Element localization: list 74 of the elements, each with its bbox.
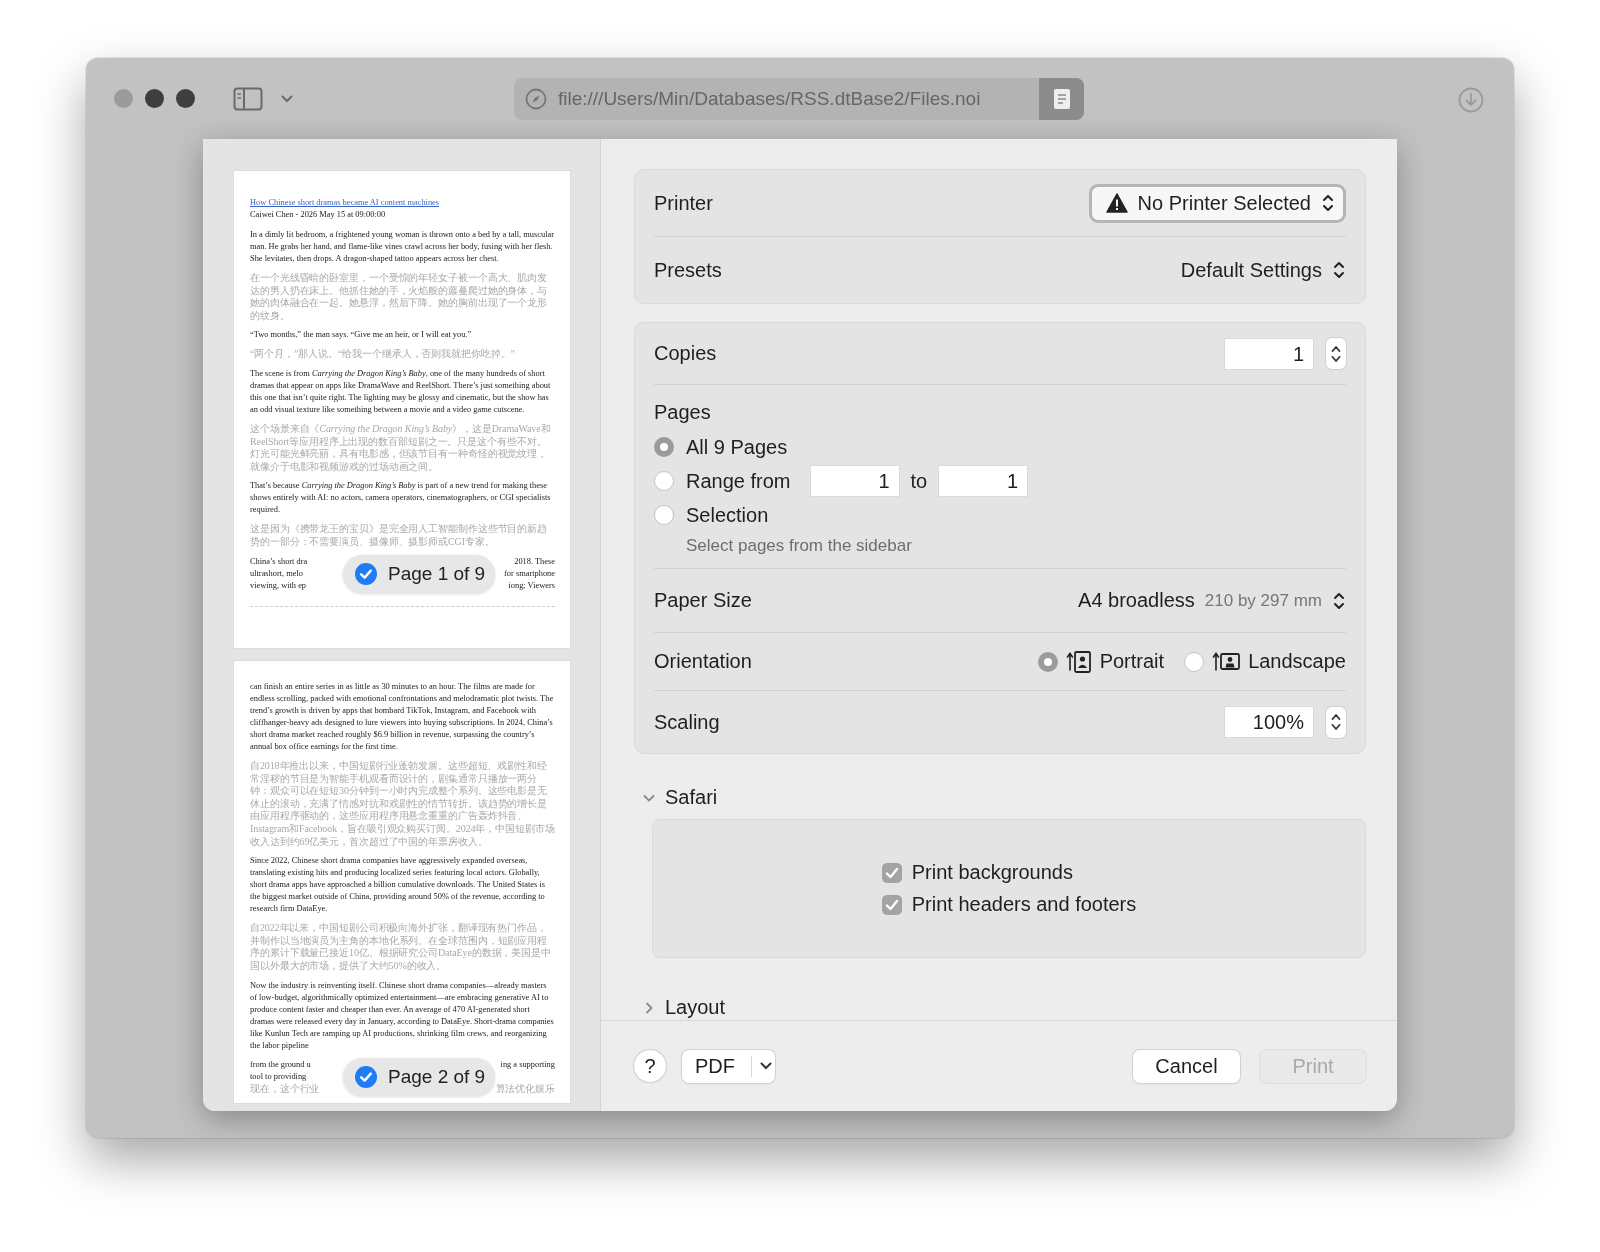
paragraph: The scene is from Carrying the Dragon King’s Baby, one of the many hundreds of short dramas that appear on apps like DramaWave and ReelShort. There’s just something about this one that isn’t quite right. The lighting may be glossy and cinematic, but the show has an odd visual texture like something between a movie and a video game cutscene. [250, 367, 552, 416]
text-line-fragment: 2018. These [514, 555, 555, 568]
text-line-fragment: tool to providing [250, 1070, 307, 1083]
copies-field[interactable]: 1 [1225, 338, 1313, 369]
scaling-label: Scaling [654, 710, 720, 734]
paragraph: can finish an entire series in as little as 30 minutes to an hour. The films are made for endless scrolling, packed with emotional confrontations and melodramatic plot twists. The trend’s growth is driven by apps that bombard TikTok, Instagram, and Facebook with cliffhanger-heavy ads designed to lure viewers into buying subscriptions. In 2024, China’s short drama market reached roughly $6.9 billion in revenue, surpassing the country’s annual box office earnings for the first time. [250, 681, 555, 753]
reader-button[interactable] [1039, 78, 1084, 120]
printer-label: Printer [654, 191, 713, 215]
cancel-button[interactable]: Cancel [1133, 1049, 1240, 1083]
radio-button[interactable] [654, 437, 674, 457]
section-disclosure[interactable]: Safari [643, 786, 1366, 809]
range-to-field[interactable]: 1 [939, 466, 1028, 496]
paper-size-dropdown[interactable]: A4 broadless 210 by 297 mm [1078, 589, 1346, 612]
checkbox-label: Print backgrounds [911, 861, 1073, 884]
option-label: Portrait [1099, 650, 1165, 673]
radio-button[interactable] [654, 471, 674, 491]
hint-text: Select pages from the sidebar [686, 536, 913, 556]
option-label: Selection [686, 503, 769, 527]
to-label: to [910, 469, 928, 493]
chevron-down-icon[interactable] [281, 94, 293, 103]
paragraph: Since 2022, Chinese short drama companies have aggressively expanded overseas, translating existing hits and producing localized series featuring local actors. Globally, short drama apps have approached a billion cumulative downloads. The United States is the biggest market outside of China, providing around 50% of the revenue, according to research firm DataEye. [250, 855, 546, 916]
close-button[interactable] [114, 89, 133, 108]
article-link[interactable]: How Chinese short dramas became AI content machines [250, 197, 440, 209]
sidebar-icon[interactable] [233, 86, 263, 111]
radio-button[interactable] [1037, 651, 1058, 672]
option-label: Landscape [1248, 650, 1346, 673]
paragraph: That’s because Carrying the Dragon King’s Baby is part of a new trend for making these shows entirely with AI: no actors, camera operators, cinematographers, or CGI specialists required. [250, 480, 552, 517]
paragraph: 自2022年以来，中国短剧公司积极向海外扩张，翻译现有热门作品，并制作以当地演员为主角的本地化系列。在全球范围内，短剧应用程序的累计下载量已接近10亿。根据研究公司DataEye的数据，美国是中国以外最大的市场，提供了大约50%的收入。 [250, 922, 552, 973]
text-line-fragment: 现在，这个行业 [250, 1082, 320, 1096]
download-icon[interactable] [1458, 87, 1484, 113]
presets-dropdown[interactable]: Default Settings [1180, 258, 1346, 282]
checkmark-icon[interactable] [355, 1065, 377, 1088]
text-line-fragment: ultrashort, melo [250, 567, 304, 580]
pages-label: Pages [654, 401, 712, 424]
paragraph: In a dimly lit bedroom, a frightened young woman is thrown onto a bed by a tall, muscular man. He grabs her hand, and flame-like vines crawl across her body, fusing with her flesh. She levitates, then drops. A dragon-shaped tattoo appears across her chest. [250, 229, 555, 265]
paper-size-label: Paper Size [654, 589, 752, 612]
text-line-fragment: 算法优化娱乐 [495, 1082, 555, 1096]
text-line-fragment: viewing, with ep [250, 579, 307, 592]
warning-icon [1105, 193, 1128, 213]
text-line-fragment: iong; Viewers [508, 579, 555, 592]
text-line-fragment: ing a supporting [500, 1058, 555, 1071]
option-label: Range from [686, 469, 791, 493]
chevron-down-icon [760, 1062, 772, 1070]
checkbox[interactable] [881, 894, 902, 915]
option-label: All 9 Pages [686, 435, 788, 459]
text-line-fragment: China’s short dra [250, 555, 308, 568]
range-from-field[interactable]: 1 [810, 466, 899, 496]
radio-button[interactable] [1184, 651, 1205, 672]
pdf-menu-button[interactable]: PDF [682, 1049, 775, 1083]
text-line-fragment: from the ground u [250, 1058, 311, 1071]
printer-dropdown[interactable]: No Printer Selected [1088, 183, 1346, 223]
checkbox-label: Print headers and footers [911, 893, 1137, 916]
minimize-button[interactable] [145, 89, 164, 108]
paragraph: Now the industry is reinventing itself. Chinese short drama companies—already masters of low-budget, algorithmically optimized entertainment—are embracing generative AI to produce content faster and cheaper than ever. An average of 470 AI-generated short dramas were released every day in January, according to DataEye. Short-drama companies like Kunlun Tech are ramping up AI productions, shrinking film crews, and reorganizing the labor pipeline [250, 979, 555, 1052]
copies-label: Copies [654, 342, 717, 365]
compass-icon [524, 87, 548, 111]
page-badge[interactable]: Page 1 of 9 [343, 554, 495, 593]
paragraph: “Two months,” the man says. “Give me an heir, or I will eat you.” [250, 329, 473, 342]
presets-label: Presets [654, 258, 722, 282]
byline: Caiwei Chen - 2026 May 15 at 09:00:00 [250, 209, 387, 221]
chevrons-icon [1332, 259, 1346, 281]
section-disclosure[interactable]: Layout [643, 996, 1366, 1019]
orientation-label: Orientation [654, 650, 752, 673]
document-icon [1052, 88, 1071, 110]
checkbox[interactable] [881, 862, 902, 883]
help-button[interactable]: ? [634, 1050, 666, 1082]
page-badge[interactable]: Page 2 of 9 [343, 1057, 495, 1096]
checkmark-icon[interactable] [355, 562, 377, 585]
zoom-button[interactable] [176, 89, 195, 108]
text-line-fragment: for smartphone [504, 567, 555, 580]
scaling-field[interactable]: 100% [1225, 707, 1313, 737]
portrait-orientation-icon [1065, 649, 1092, 674]
radio-button[interactable] [654, 505, 674, 525]
chevrons-icon [1321, 192, 1335, 214]
